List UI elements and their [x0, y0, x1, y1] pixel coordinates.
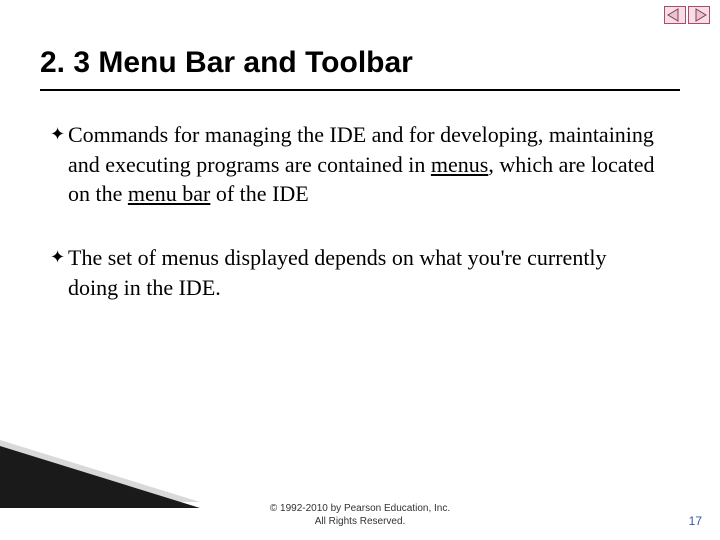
bullet-icon: ✦: [50, 243, 68, 271]
underlined-term: menu bar: [128, 181, 210, 206]
bullet-icon: ✦: [50, 120, 68, 148]
footer-line: © 1992-2010 by Pearson Education, Inc.: [0, 503, 720, 516]
bullet-text: Commands for managing the IDE and for de…: [68, 120, 660, 209]
list-item: ✦ The set of menus displayed depends on …: [50, 243, 660, 302]
decorative-wedge: [0, 440, 200, 510]
list-item: ✦ Commands for managing the IDE and for …: [50, 120, 660, 209]
slide: 2. 3 Menu Bar and Toolbar ✦ Commands for…: [0, 0, 720, 540]
underlined-term: menus: [431, 152, 488, 177]
nav-arrows: [664, 6, 710, 24]
slide-body: ✦ Commands for managing the IDE and for …: [50, 120, 660, 336]
slide-title: 2. 3 Menu Bar and Toolbar: [40, 46, 680, 91]
page-number: 17: [689, 514, 702, 528]
bullet-text: The set of menus displayed depends on wh…: [68, 243, 660, 302]
text-run: of the IDE: [210, 181, 308, 206]
footer-line: All Rights Reserved.: [0, 516, 720, 529]
copyright-footer: © 1992-2010 by Pearson Education, Inc. A…: [0, 503, 720, 528]
prev-arrow-icon[interactable]: [664, 6, 686, 24]
next-arrow-icon[interactable]: [688, 6, 710, 24]
